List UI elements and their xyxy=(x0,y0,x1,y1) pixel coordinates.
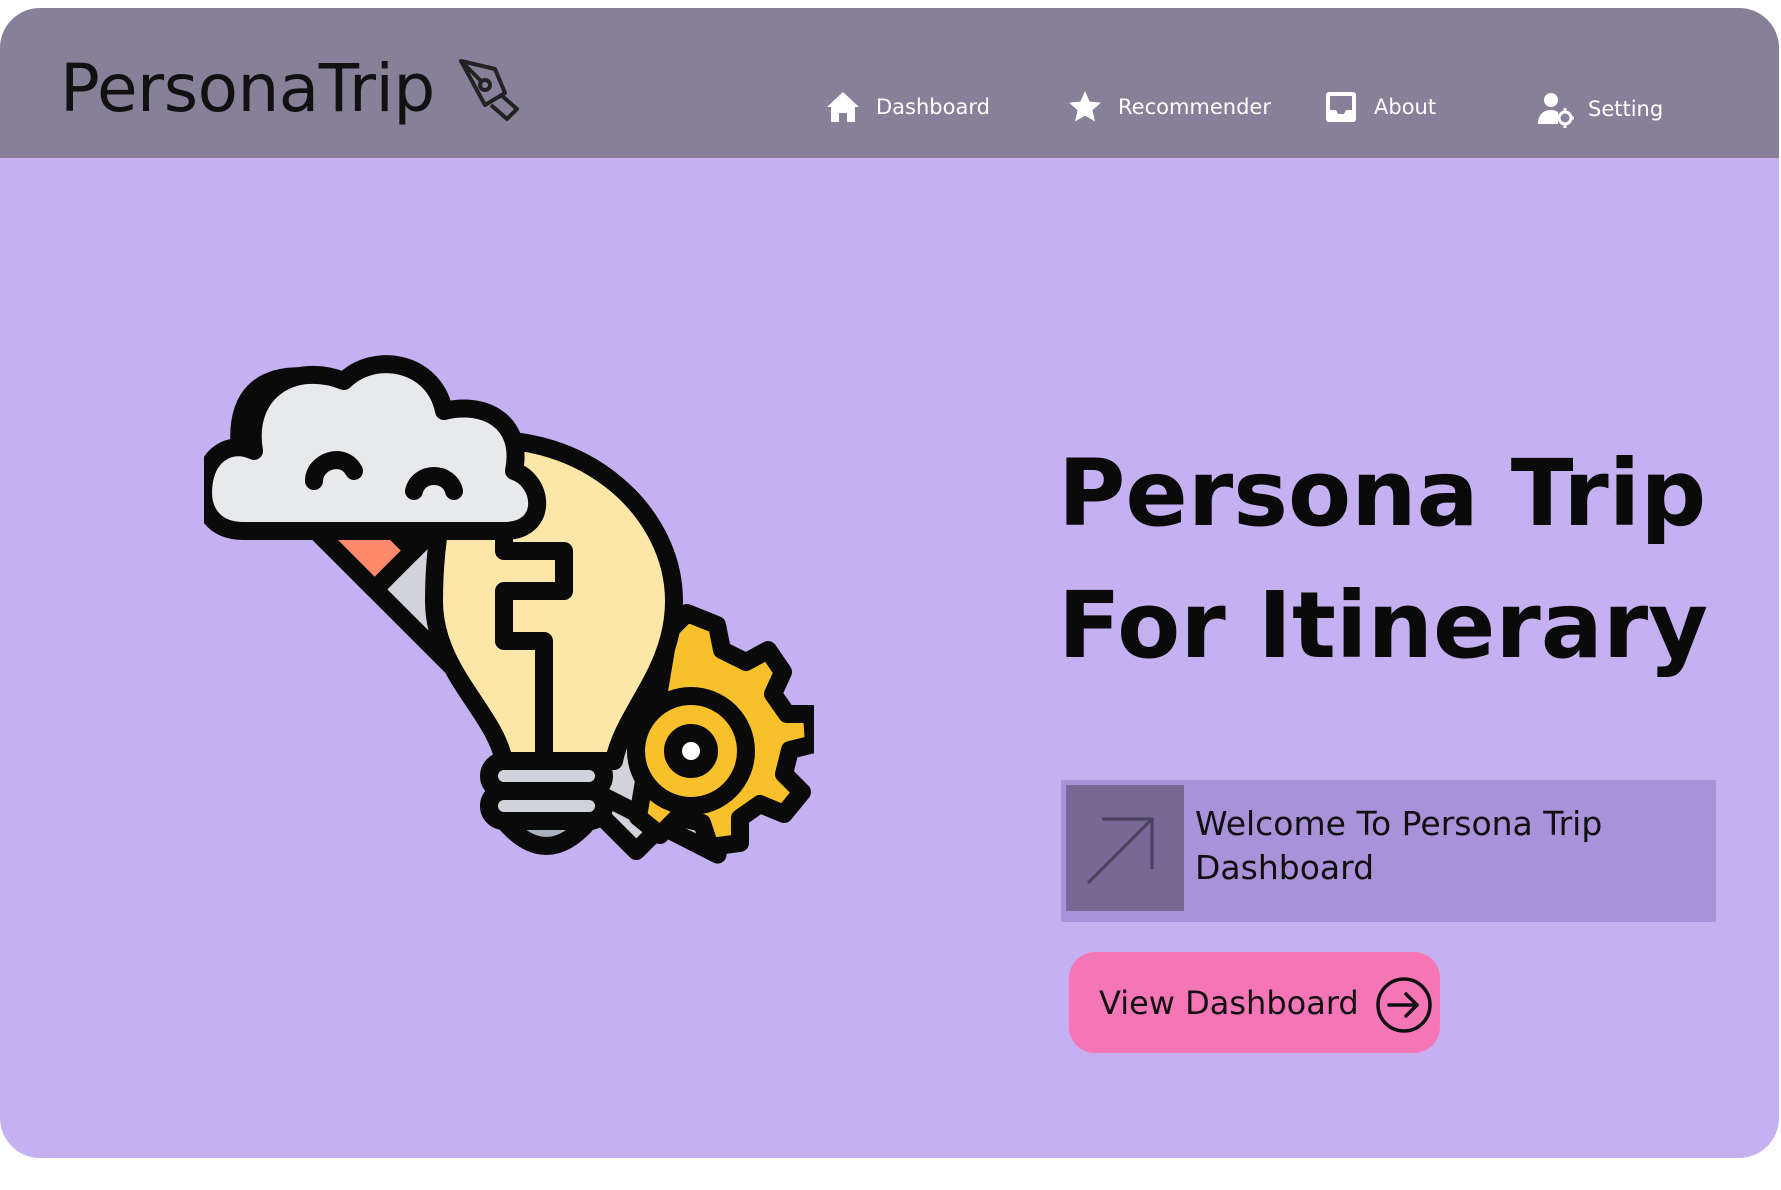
inbox-icon xyxy=(1326,92,1356,122)
view-dashboard-label: View Dashboard xyxy=(1099,983,1359,1022)
idea-illustration xyxy=(204,355,814,864)
hero-title-line-2: For Itinerary xyxy=(1058,572,1709,679)
brand[interactable]: PersonaTrip xyxy=(60,50,527,127)
user-gear-icon xyxy=(1538,93,1574,128)
nav-recommender-label: Recommender xyxy=(1118,95,1271,119)
nav-recommender[interactable]: Recommender xyxy=(1066,88,1271,126)
nav-dashboard[interactable]: Dashboard xyxy=(824,88,990,126)
view-dashboard-button[interactable]: View Dashboard xyxy=(1069,952,1440,1053)
star-icon xyxy=(1069,91,1101,122)
top-navbar: PersonaTrip Dashboard Recommender About … xyxy=(0,8,1779,158)
nav-dashboard-label: Dashboard xyxy=(876,95,990,119)
nav-about[interactable]: About xyxy=(1322,88,1436,126)
nav-setting[interactable]: Setting xyxy=(1536,90,1663,128)
arrow-up-right-icon xyxy=(1086,817,1154,885)
welcome-icon-tile xyxy=(1066,785,1184,911)
welcome-banner: Welcome To Persona Trip Dashboard xyxy=(1061,780,1716,922)
nav-setting-label: Setting xyxy=(1588,97,1664,121)
arrow-right-circle-icon xyxy=(1376,977,1432,1033)
hero-title-line-1: Persona Trip xyxy=(1058,440,1707,547)
hero-title: Persona Trip For Itinerary xyxy=(1058,428,1708,692)
pen-nib-icon xyxy=(458,58,519,121)
welcome-text: Welcome To Persona Trip Dashboard xyxy=(1195,804,1603,887)
app-frame: PersonaTrip Dashboard Recommender About … xyxy=(0,8,1779,1158)
brand-name: PersonaTrip xyxy=(60,50,435,127)
nav-about-label: About xyxy=(1374,95,1437,119)
home-icon xyxy=(827,92,859,122)
